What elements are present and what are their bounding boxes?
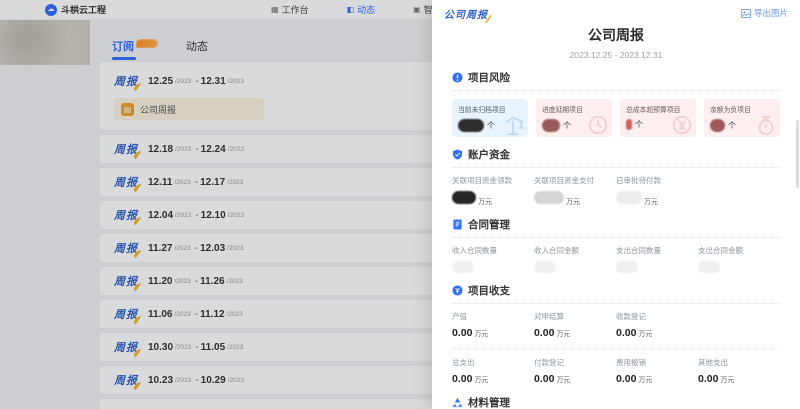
stat-other-expense: 其他支出 0.00万元 <box>698 357 780 385</box>
redacted-value <box>458 119 484 132</box>
redacted-value <box>534 191 564 204</box>
drawer-scrollbar[interactable] <box>796 120 799 188</box>
stat-expense-reimbursement: 费用报销 0.00万元 <box>616 357 698 385</box>
section-material-management: 材料管理 采购订单数量 0个 采购订单金额 0.00万元 入库单金额 0.00万… <box>452 395 780 409</box>
redacted-value <box>452 191 476 204</box>
risk-card-unarchived: 当前未归档项目 个 <box>452 99 528 137</box>
section-title: 项目风险 <box>468 70 510 85</box>
stat-pending-payment: 已审批待付款 万元 <box>616 175 698 207</box>
stat-funds-received: 关联项目资金领款 万元 <box>452 175 534 207</box>
redacted-value <box>452 261 474 273</box>
redacted-value <box>534 261 556 273</box>
contract-doc-icon <box>452 219 463 230</box>
money-bag-icon <box>755 114 777 136</box>
risk-card-delayed: 进度延期项目 个 <box>536 99 612 137</box>
section-contract-management: 合同管理 收入合同数量 收入合同金额 支出合同数量 支出合同金额 <box>452 217 780 273</box>
export-image-icon <box>741 9 751 18</box>
section-project-risk: 项目风险 当前未归档项目 个 进度延期项目 个 总成本超预算项目 个 <box>452 70 780 137</box>
drawer-date-range: 2023.12.25 - 2023.12.31 <box>452 50 780 60</box>
stat-output-value: 产值 0.00万元 <box>452 311 534 339</box>
section-title: 合同管理 <box>468 217 510 232</box>
drawer-title: 公司周报 <box>452 25 780 45</box>
section-project-pnl: 项目收支 产值 0.00万元 对甲结算 0.00万元 收款登记 0.00万元 <box>452 283 780 385</box>
stat-owner-settlement: 对甲结算 0.00万元 <box>534 311 616 339</box>
yuan-icon <box>671 114 693 136</box>
section-title: 材料管理 <box>468 395 510 409</box>
risk-card-negative-balance: 余额为负项目 个 <box>704 99 780 137</box>
app-root: ☁ 斗栱云工程 ▦ 工作台 ◧ 动态 ▣ 智能验收 订阅 <box>0 0 800 409</box>
shield-icon <box>452 149 463 160</box>
section-title: 账户资金 <box>468 147 510 162</box>
company-report-stamp-icon: 公司周报 <box>444 6 488 21</box>
redacted-value <box>626 119 632 130</box>
redacted-value <box>616 261 638 273</box>
coin-icon <box>452 285 463 296</box>
stat-payment-registration: 付款登记 0.00万元 <box>534 357 616 385</box>
clock-icon <box>587 114 609 136</box>
stat-receipt-registration: 收款登记 0.00万元 <box>616 311 698 339</box>
material-pile-icon <box>452 397 463 408</box>
redacted-value <box>698 261 720 273</box>
stat-funds-paid: 关联项目资金支付 万元 <box>534 175 616 207</box>
redacted-value <box>710 119 725 132</box>
risk-alert-icon <box>452 72 463 83</box>
stat-income-contract-count: 收入合同数量 <box>452 245 534 273</box>
stat-income-contract-amount: 收入合同金额 <box>534 245 616 273</box>
stat-total-expense: 总支出 0.00万元 <box>452 357 534 385</box>
risk-card-over-budget: 总成本超预算项目 个 <box>620 99 696 137</box>
redacted-value <box>616 191 642 204</box>
drawer-header: 公司周报 导出图片 <box>452 6 780 21</box>
stat-expense-contract-count: 支出合同数量 <box>616 245 698 273</box>
section-account-funds: 账户资金 关联项目资金领款 万元 关联项目资金支付 万元 已审批待付款 万元 <box>452 147 780 207</box>
export-image-button[interactable]: 导出图片 <box>741 7 788 19</box>
section-title: 项目收支 <box>468 283 510 298</box>
redacted-value <box>542 119 560 132</box>
stat-expense-contract-amount: 支出合同金额 <box>698 245 780 273</box>
crane-icon <box>503 114 525 136</box>
company-weekly-report-drawer: 公司周报 导出图片 公司周报 2023.12.25 - 2023.12.31 项… <box>432 0 800 409</box>
